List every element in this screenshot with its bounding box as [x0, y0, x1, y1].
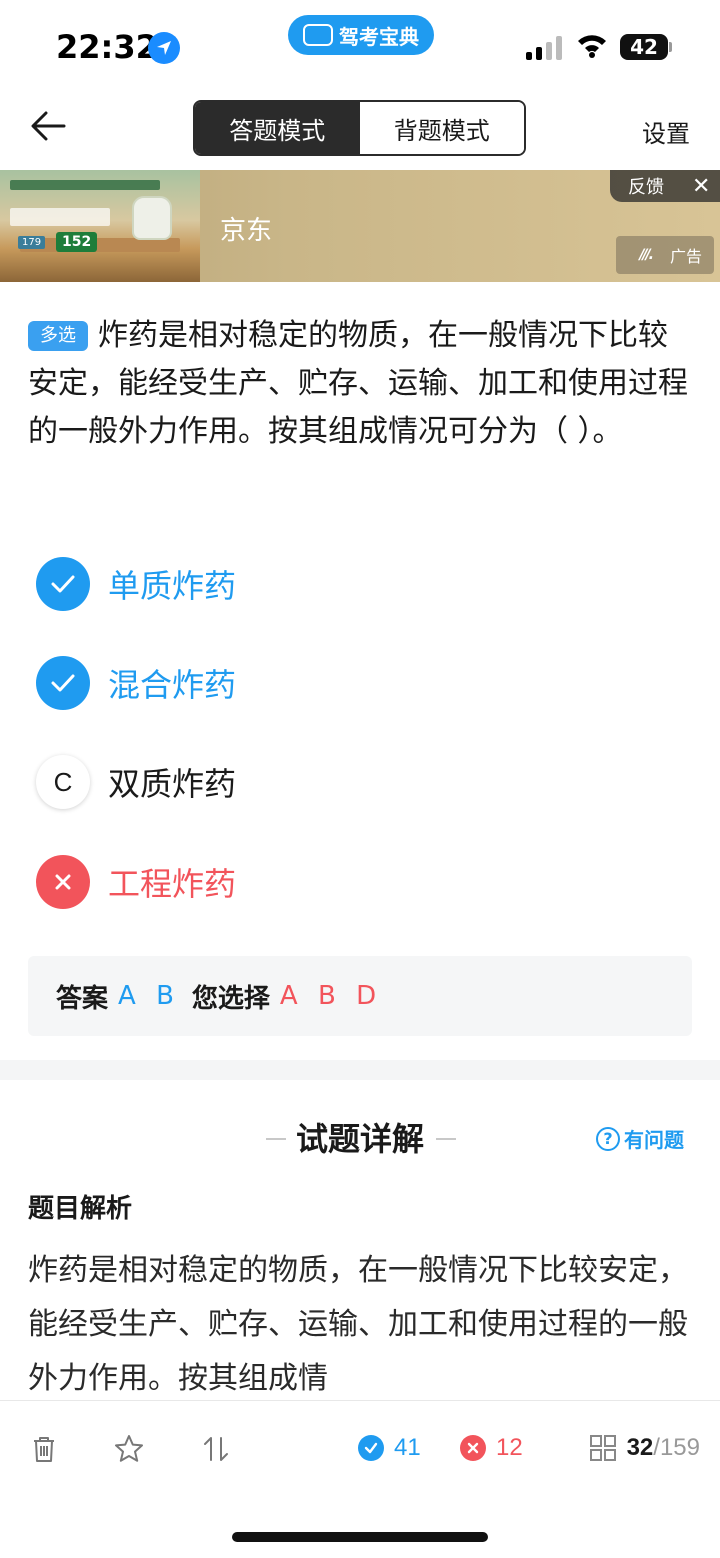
ad-image[interactable]: 179 152 — [0, 170, 200, 282]
battery-indicator: 42 — [620, 34, 668, 60]
kettle-image — [132, 196, 172, 240]
ad-image-strip — [10, 180, 160, 190]
option-b[interactable]: 混合炸药 — [36, 655, 236, 711]
title-dash-right — [436, 1138, 456, 1140]
ad-price-tag: 152 — [56, 232, 98, 252]
tab-memorize-mode[interactable]: 背题模式 — [359, 102, 524, 154]
cross-icon — [36, 855, 90, 909]
grid-icon — [589, 1435, 616, 1461]
ad-badge: ///. 广告 — [616, 236, 714, 274]
option-c-letter: C — [36, 755, 90, 809]
battery-tip — [669, 42, 672, 52]
analysis-text: 炸药是相对稳定的物质，在一般情况下比较安定，能经受生产、贮存、运输、加工和使用过… — [28, 1253, 688, 1396]
option-a-label: 单质炸药 — [108, 567, 237, 605]
question-text: 炸药是相对稳定的物质，在一般情况下比较安定，能经受生产、贮存、运输、加工和使用过… — [28, 318, 688, 449]
ad-network-logo-icon: ///. — [639, 247, 654, 263]
report-problem-label: 有问题 — [624, 1128, 684, 1152]
sort-icon[interactable] — [200, 1433, 232, 1465]
ad-banner[interactable]: 179 152 京东 反馈 ✕ ///. 广告 — [0, 170, 720, 282]
ad-feedback-label[interactable]: 反馈 — [628, 173, 664, 199]
ad-feedback[interactable]: 反馈 ✕ — [610, 170, 720, 202]
tab-answer-mode[interactable]: 答题模式 — [195, 102, 360, 154]
star-icon[interactable] — [113, 1433, 145, 1465]
chosen-label: 您选择 — [191, 983, 270, 1014]
current-question-number: 32 — [626, 1434, 654, 1461]
correct-check-icon — [358, 1435, 384, 1461]
wrong-count[interactable]: 12 — [460, 1434, 523, 1462]
app-pill[interactable]: 驾考宝典 — [288, 15, 434, 55]
question-progress[interactable]: 32/159 — [589, 1434, 700, 1462]
location-arrow-icon — [148, 32, 180, 64]
ad-old-price: 179 — [18, 236, 46, 249]
option-c[interactable]: C 双质炸药 — [36, 754, 236, 810]
settings-button[interactable]: 设置 — [642, 114, 690, 149]
question: 多选 炸药是相对稳定的物质，在一般情况下比较安定，能经受生产、贮存、运输、加工和使… — [28, 312, 692, 456]
report-problem-link[interactable]: ? 有问题 — [596, 1124, 684, 1153]
cellular-signal-icon — [526, 36, 564, 60]
wrong-cross-icon — [460, 1435, 486, 1461]
option-a[interactable]: 单质炸药 — [36, 556, 236, 612]
chosen-answer-value: A B D — [279, 981, 383, 1011]
option-d[interactable]: 工程炸药 — [36, 854, 236, 910]
answer-summary: 答案 A B 您选择 A B D — [28, 956, 692, 1036]
question-mark-icon: ? — [596, 1126, 620, 1151]
mode-toggle: 答题模式 背题模式 — [193, 100, 526, 156]
status-time: 22:32 — [56, 28, 158, 66]
ad-title[interactable]: 京东 — [220, 210, 272, 247]
app-pill-label: 驾考宝典 — [339, 24, 419, 49]
explanation-header: 试题详解 ? 有问题 — [0, 1110, 720, 1166]
option-d-label: 工程炸药 — [108, 865, 237, 903]
option-c-label: 双质炸药 — [108, 765, 237, 803]
trash-icon[interactable] — [28, 1433, 60, 1465]
question-type-badge: 多选 — [28, 321, 88, 351]
option-b-label: 混合炸药 — [108, 666, 237, 704]
close-icon[interactable]: ✕ — [692, 174, 710, 199]
wifi-icon — [578, 35, 606, 58]
wrong-count-value: 12 — [496, 1434, 523, 1461]
total-questions: /159 — [653, 1434, 700, 1461]
correct-count-value: 41 — [394, 1434, 421, 1461]
correct-count[interactable]: 41 — [358, 1434, 421, 1462]
correct-answer-value: A B — [118, 981, 180, 1011]
nav-bar: 答题模式 背题模式 设置 — [0, 92, 720, 170]
section-divider — [0, 1060, 720, 1080]
ad-image-products — [10, 208, 110, 226]
checkmark-icon — [36, 656, 90, 710]
analysis-heading: 题目解析 — [28, 1194, 133, 1224]
home-indicator — [232, 1532, 488, 1542]
status-bar: 22:32 驾考宝典 42 — [0, 0, 720, 92]
ad-badge-label: 广告 — [669, 247, 702, 266]
answer-label: 答案 — [56, 983, 109, 1014]
checkmark-icon — [36, 557, 90, 611]
car-icon — [303, 24, 333, 46]
back-arrow-icon[interactable] — [28, 106, 68, 146]
